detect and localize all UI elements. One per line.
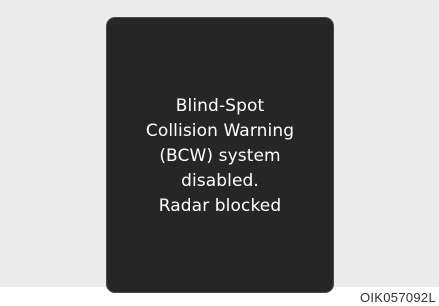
- message-line: Collision Warning: [145, 121, 295, 141]
- message-line: Blind-Spot: [175, 96, 265, 116]
- figure-code: OIK057092L: [359, 290, 436, 305]
- message-line: disabled.: [181, 171, 259, 191]
- warning-message: Blind-Spot Collision Warning (BCW) syste…: [107, 94, 333, 219]
- warning-display: Blind-Spot Collision Warning (BCW) syste…: [106, 17, 334, 293]
- message-line: Radar blocked: [158, 196, 282, 216]
- message-line: (BCW) system: [159, 146, 281, 166]
